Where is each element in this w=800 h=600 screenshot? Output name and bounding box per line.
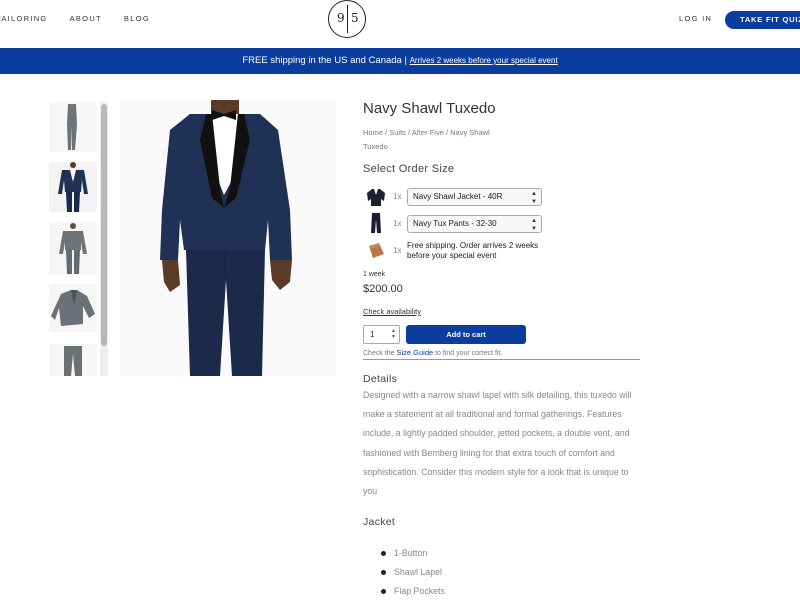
details-description: Designed with a narrow shawl lapel with …: [363, 390, 632, 497]
jacket-quantity: 1x: [393, 192, 402, 201]
nav-tailoring[interactable]: TAILORING: [0, 14, 48, 23]
thumbnail-1[interactable]: [49, 102, 97, 152]
add-to-cart-button[interactable]: Add to cart: [406, 325, 526, 344]
jacket-heading: Jacket: [363, 516, 396, 528]
size-guide-note: Check the Size Guide to find your correc…: [363, 348, 502, 357]
take-fit-quiz-button[interactable]: TAKE FIT QUIZ: [725, 11, 800, 29]
quantity-input[interactable]: 1 ▲ ▼: [363, 325, 400, 344]
pants-size-select[interactable]: Navy Tux Pants - 32-30 ▲ ▼: [407, 215, 542, 233]
size-guide-link[interactable]: Size Guide: [396, 348, 433, 357]
order-size-title: Select Order Size: [363, 163, 455, 175]
jacket-size-select[interactable]: Navy Shawl Jacket - 40R ▲ ▼: [407, 188, 542, 206]
list-item: 1-Button: [381, 548, 445, 567]
check-availability-link[interactable]: Check availability: [363, 307, 421, 316]
thumbnail-scroll-handle[interactable]: [101, 104, 107, 346]
quantity-value: 1: [370, 330, 375, 339]
select-arrows-icon: ▲ ▼: [531, 191, 537, 205]
tuxedo-back-image: [49, 222, 97, 275]
jacket-icon: [367, 189, 385, 206]
box-icon: [369, 243, 384, 258]
shipping-quantity: 1x: [393, 246, 402, 255]
pants-quantity: 1x: [393, 219, 402, 228]
quantity-stepper-icon[interactable]: ▲ ▼: [391, 328, 396, 340]
thumbnail-4[interactable]: [49, 284, 97, 332]
tuxedo-front-image: [49, 162, 97, 212]
main-product-image[interactable]: [120, 100, 336, 376]
logo-divider: [347, 5, 348, 33]
site-logo[interactable]: 9 5: [328, 0, 366, 38]
select-arrows-icon: ▲ ▼: [531, 218, 537, 232]
logo-digit-right: 5: [351, 11, 359, 25]
breadcrumb[interactable]: Home / Suits / After Five / Navy Shawl T…: [363, 126, 503, 154]
nav-blog[interactable]: BLOG: [124, 14, 150, 23]
pants-size-value: Navy Tux Pants - 32-30: [413, 219, 497, 228]
logo-digit-left: 9: [337, 11, 345, 25]
delivery-time: 1 week: [363, 271, 386, 278]
details-heading: Details: [363, 373, 398, 385]
site-header: TAILORING ABOUT BLOG 9 5 LOG IN TAKE FIT…: [0, 0, 800, 48]
shipping-note: Free shipping. Order arrives 2 weeks bef…: [407, 241, 539, 260]
size-guide-pre: Check the: [363, 350, 397, 357]
product-price: $200.00: [363, 283, 403, 295]
thumbnail-5[interactable]: [49, 344, 97, 376]
pants-icon: [371, 213, 381, 233]
banner-text: FREE shipping in the US and Canada |: [242, 55, 410, 66]
size-guide-post: to find your correct fit.: [433, 350, 503, 357]
product-title: Navy Shawl Tuxedo: [363, 100, 496, 117]
thumbnail-3[interactable]: [49, 222, 97, 275]
main-nav: TAILORING ABOUT BLOG: [0, 14, 172, 23]
jacket-feature-list: 1-Button Shawl Lapel Flap Pockets: [381, 548, 445, 600]
list-item: Shawl Lapel: [381, 567, 445, 586]
shipping-banner: FREE shipping in the US and Canada | Arr…: [0, 48, 800, 74]
jacket-size-value: Navy Shawl Jacket - 40R: [413, 192, 503, 201]
login-link[interactable]: LOG IN: [679, 14, 712, 23]
jacket-flat-image: [49, 284, 97, 332]
banner-link[interactable]: Arrives 2 weeks before your special even…: [410, 56, 558, 65]
thumbnail-2[interactable]: [49, 162, 97, 212]
pants-flat-image: [49, 344, 97, 376]
pants-side-image: [49, 102, 97, 152]
nav-about[interactable]: ABOUT: [70, 14, 102, 23]
list-item: Flap Pockets: [381, 586, 445, 600]
section-divider: [363, 359, 640, 360]
tuxedo-model-image: [120, 100, 336, 376]
